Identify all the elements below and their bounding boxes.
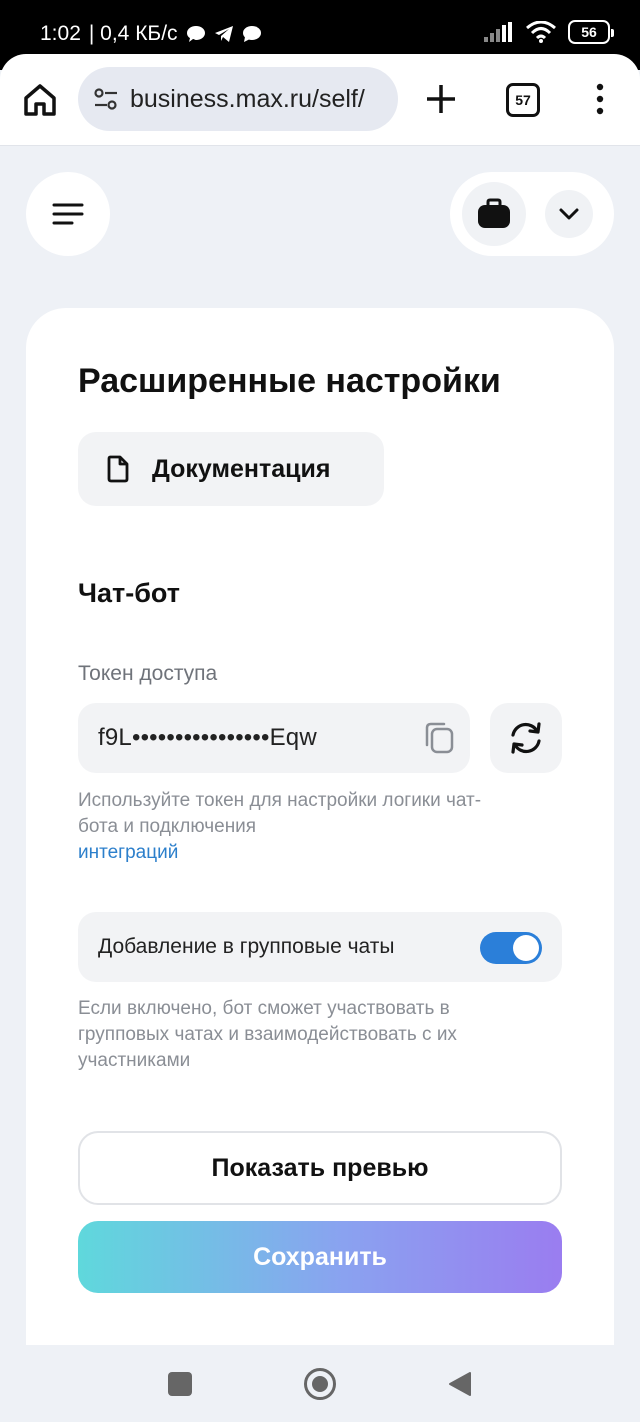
copy-icon[interactable] xyxy=(422,720,458,756)
business-button[interactable] xyxy=(462,182,526,246)
group-chats-toggle-row[interactable]: Добавление в групповые чаты xyxy=(78,912,562,982)
token-label: Токен доступа xyxy=(78,662,218,685)
integrations-link[interactable]: интеграций xyxy=(78,842,178,863)
status-left: 1:02 | 0,4 КБ/с xyxy=(40,22,262,46)
more-icon[interactable] xyxy=(588,82,612,116)
system-nav-bar xyxy=(0,1345,640,1422)
save-button[interactable]: Сохранить xyxy=(78,1221,562,1293)
address-bar[interactable]: business.max.ru/self/ xyxy=(78,67,398,131)
section-title: Чат-бот xyxy=(78,578,180,608)
url-text[interactable]: business.max.ru/self/ xyxy=(130,85,390,114)
group-chats-switch[interactable] xyxy=(480,932,542,964)
token-hint: Используйте токен для настройки логики ч… xyxy=(78,788,518,866)
documentation-button[interactable]: Документация xyxy=(78,432,384,506)
signal-icon xyxy=(484,22,512,42)
page-title: Расширенные настройки xyxy=(78,362,501,400)
battery-level: 56 xyxy=(581,24,597,40)
telegram-icon xyxy=(214,26,233,42)
refresh-icon xyxy=(511,722,541,754)
token-hint-text: Используйте токен для настройки логики ч… xyxy=(78,790,482,837)
documentation-label: Документация xyxy=(152,454,331,483)
regenerate-token-button[interactable] xyxy=(490,703,562,773)
tab-count: 57 xyxy=(515,92,531,108)
home-icon[interactable] xyxy=(20,80,60,120)
recents-icon[interactable] xyxy=(168,1372,192,1396)
battery-icon: 56 xyxy=(568,20,614,44)
status-speed: | 0,4 КБ/с xyxy=(88,22,178,45)
site-settings-icon[interactable] xyxy=(92,85,120,113)
group-hint: Если включено, бот сможет участвовать в … xyxy=(78,998,457,1071)
group-chats-label: Добавление в групповые чаты xyxy=(98,935,395,958)
back-icon[interactable] xyxy=(448,1371,472,1397)
new-tab-icon[interactable] xyxy=(424,82,458,116)
home-nav-icon[interactable] xyxy=(304,1368,336,1400)
token-field[interactable]: f9L••••••••••••••••Eqw xyxy=(78,703,470,773)
document-icon xyxy=(107,455,129,483)
browser-toolbar: business.max.ru/self/ 57 xyxy=(0,54,640,146)
settings-card: Расширенные настройки Документация Чат-б… xyxy=(26,308,614,1358)
chevron-down-icon xyxy=(559,208,579,220)
switch-knob xyxy=(513,935,539,961)
account-switcher[interactable] xyxy=(450,172,614,256)
show-preview-button[interactable]: Показать превью xyxy=(78,1131,562,1205)
tabs-icon[interactable]: 57 xyxy=(506,83,540,117)
briefcase-icon xyxy=(478,198,510,228)
message-icon xyxy=(186,26,205,42)
account-dropdown-button[interactable] xyxy=(545,190,593,238)
token-value: f9L••••••••••••••••Eqw xyxy=(98,724,317,751)
status-right: 56 xyxy=(484,20,614,44)
menu-button[interactable] xyxy=(26,172,110,256)
wifi-icon xyxy=(526,21,556,43)
status-time: 1:02 xyxy=(40,22,81,45)
hamburger-icon xyxy=(52,203,84,225)
chat-icon xyxy=(242,26,261,42)
